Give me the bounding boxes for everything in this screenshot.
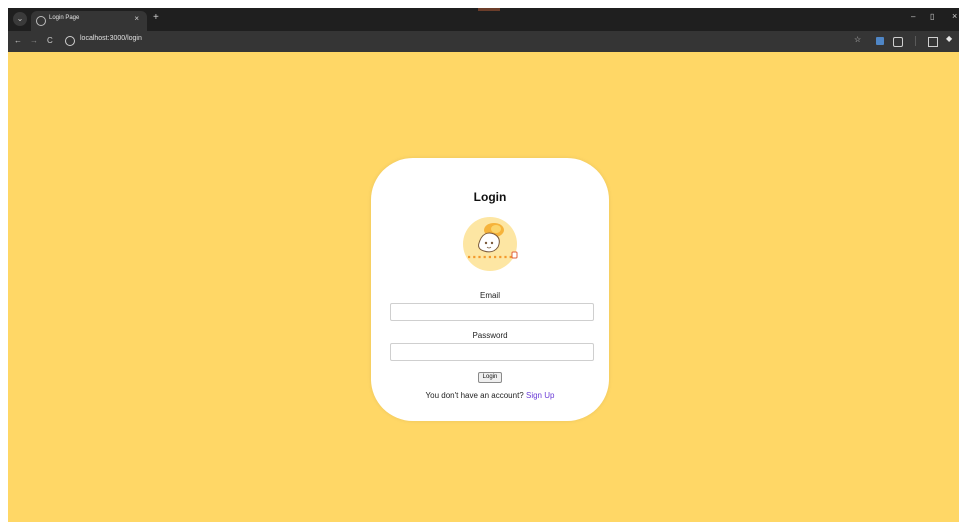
browser-toolbar: ← → C localhost:3000/login ☆ ◆ <box>8 31 959 52</box>
forward-arrow-icon[interactable]: → <box>30 36 38 45</box>
signup-prompt-text: You don't have an account? <box>425 391 526 400</box>
password-label: Password <box>472 331 508 340</box>
globe-icon <box>36 16 46 26</box>
login-button[interactable]: Login <box>478 372 502 383</box>
minimize-icon[interactable]: – <box>911 12 915 21</box>
side-panel-icon[interactable] <box>928 37 938 47</box>
login-card: Login Email Password Login You don't hav… <box>371 158 609 421</box>
profile-extension-icon[interactable]: ◆ <box>946 34 952 43</box>
window-close-icon[interactable]: × <box>952 11 957 21</box>
password-field[interactable] <box>390 343 594 361</box>
signup-link[interactable]: Sign Up <box>526 391 554 400</box>
back-arrow-icon[interactable]: ← <box>14 36 22 45</box>
tab-close-icon[interactable]: × <box>134 14 139 23</box>
email-label: Email <box>479 291 500 300</box>
new-tab-icon[interactable]: + <box>153 12 159 23</box>
maximize-icon[interactable]: ▯ <box>930 12 934 21</box>
tab-login-page[interactable]: Login Page × <box>31 11 147 31</box>
page-viewport: Login Email Password Login You don't hav… <box>8 52 959 522</box>
star-icon[interactable]: ☆ <box>854 35 861 44</box>
puzzle-icon[interactable] <box>893 37 903 47</box>
signup-prompt: You don't have an account? Sign Up <box>371 391 609 400</box>
browser-window: ⌄ Login Page × + – ▯ × ← → C localhost:3… <box>8 8 959 522</box>
site-info-icon[interactable] <box>65 36 75 46</box>
window-accent <box>478 8 500 11</box>
tab-search-icon[interactable]: ⌄ <box>13 12 27 26</box>
toolbar-divider <box>915 36 916 46</box>
reload-icon[interactable]: C <box>47 36 53 45</box>
egg-mascot-logo <box>463 217 518 271</box>
tab-bar: ⌄ Login Page × + – ▯ × <box>8 8 959 31</box>
page-title: Login <box>473 190 507 204</box>
email-field[interactable] <box>390 303 594 321</box>
address-bar[interactable]: localhost:3000/login <box>80 35 142 42</box>
extension-icon[interactable] <box>876 37 884 45</box>
tab-title: Login Page <box>49 15 80 21</box>
